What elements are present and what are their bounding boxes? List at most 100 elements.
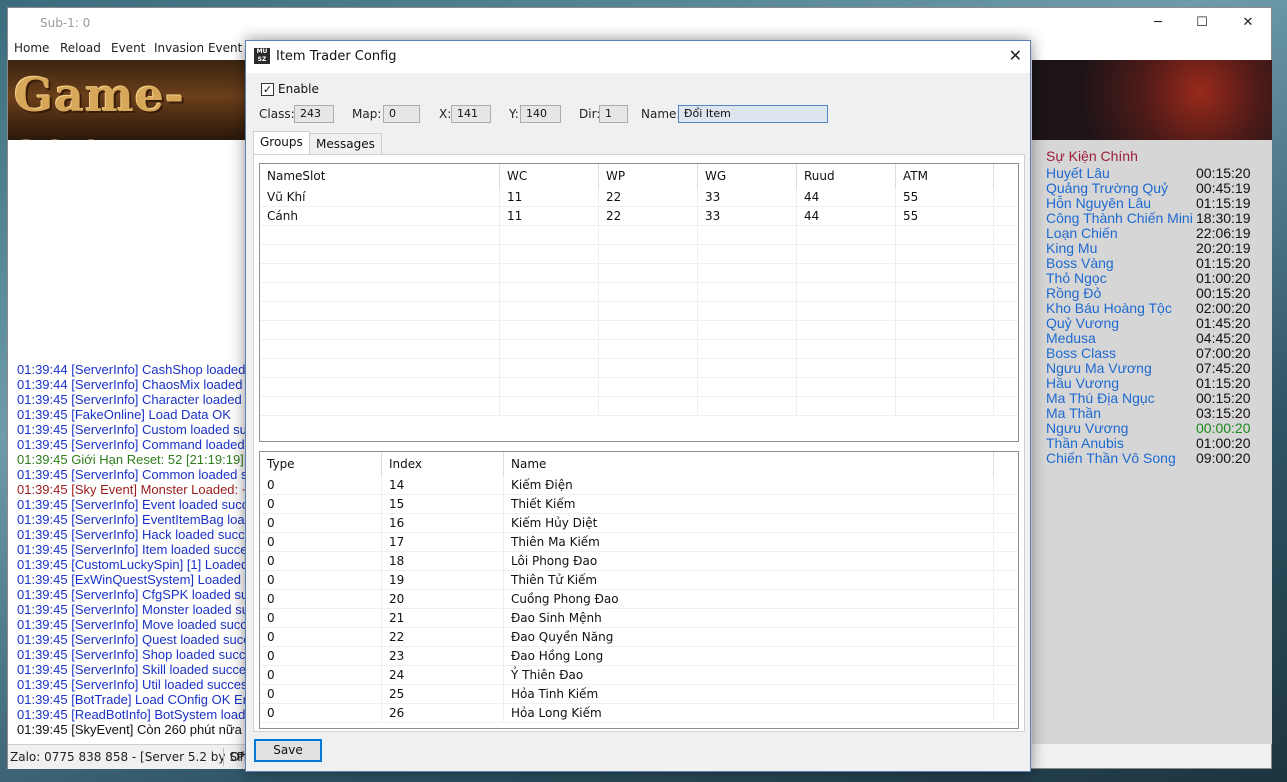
save-button[interactable]: Save: [254, 739, 322, 762]
server-log[interactable]: 01:39:44 [ServerInfo] CashShop loaded su…: [8, 140, 248, 744]
event-time: 00:15:20: [1196, 165, 1251, 181]
menu-home[interactable]: Home: [14, 41, 49, 55]
minimize-icon[interactable]: ─: [1148, 14, 1168, 32]
table-row[interactable]: [260, 397, 1018, 416]
table-cell: [500, 283, 599, 302]
table-cell: 0: [260, 609, 382, 628]
log-line: 01:39:45 [ServerInfo] Hack loaded succes: [17, 527, 248, 542]
table-row[interactable]: 0 19 Thiên Tử Kiếm: [260, 571, 1018, 590]
column-header[interactable]: Index: [382, 452, 504, 476]
table-cell: [260, 340, 500, 359]
event-row: King Mu 20:20:19: [1046, 241, 1266, 256]
maximize-icon[interactable]: ☐: [1192, 14, 1212, 32]
menu-reload[interactable]: Reload: [60, 41, 101, 55]
name-field[interactable]: Đổi Item: [678, 105, 828, 123]
table-row[interactable]: 0 18 Lôi Phong Đao: [260, 552, 1018, 571]
y-field[interactable]: 140: [520, 105, 561, 123]
table-cell: 22: [599, 207, 698, 226]
column-header[interactable]: WG: [698, 164, 797, 188]
table-row[interactable]: 0 21 Đao Sinh Mệnh: [260, 609, 1018, 628]
table-cell: Ỷ Thiên Đao: [504, 666, 994, 685]
table-cell: Kiếm Hủy Diệt: [504, 514, 994, 533]
table-row[interactable]: 0 24 Ỷ Thiên Đao: [260, 666, 1018, 685]
column-header[interactable]: ATM: [896, 164, 994, 188]
table-row[interactable]: [260, 359, 1018, 378]
table-row[interactable]: [260, 283, 1018, 302]
close-icon[interactable]: ✕: [1238, 14, 1258, 32]
tab-messages[interactable]: Messages: [309, 133, 382, 155]
table-cell: [599, 264, 698, 283]
table-cell: Vũ Khí: [260, 188, 500, 207]
dir-label: Dir:: [579, 107, 601, 121]
event-time: 20:20:19: [1196, 240, 1251, 256]
table-row[interactable]: [260, 321, 1018, 340]
table-row[interactable]: [260, 302, 1018, 321]
event-time: 01:00:20: [1196, 270, 1251, 286]
table-cell: Kiếm Điện: [504, 476, 994, 495]
table-row[interactable]: 0 20 Cuồng Phong Đao: [260, 590, 1018, 609]
table-cell: [797, 321, 896, 340]
table-cell: [260, 321, 500, 340]
table-cell: 0: [260, 647, 382, 666]
table-cell: Đao Sinh Mệnh: [504, 609, 994, 628]
table-cell: 0: [260, 514, 382, 533]
table-cell: 0: [260, 590, 382, 609]
table-cell: 44: [797, 207, 896, 226]
name-label: Name:: [641, 107, 681, 121]
table-row[interactable]: 0 26 Hỏa Long Kiếm: [260, 704, 1018, 723]
table-row[interactable]: 0 23 Đao Hồng Long: [260, 647, 1018, 666]
column-header[interactable]: Ruud: [797, 164, 896, 188]
table-row[interactable]: [260, 226, 1018, 245]
table-cell: [500, 378, 599, 397]
table-cell: [698, 321, 797, 340]
table-cell: [797, 226, 896, 245]
x-field[interactable]: 141: [451, 105, 491, 123]
table-cell: 24: [382, 666, 504, 685]
table-row[interactable]: Vũ Khí 11 22 33 44 55: [260, 188, 1018, 207]
column-header[interactable]: Type: [260, 452, 382, 476]
table-row[interactable]: 0 22 Đao Quyền Năng: [260, 628, 1018, 647]
table-cell: 0: [260, 571, 382, 590]
table-cell: Đao Quyền Năng: [504, 628, 994, 647]
mu-app-icon: MU SZ: [254, 48, 270, 64]
table-cell: [797, 340, 896, 359]
event-name: Ma Thú Địa Ngục: [1046, 390, 1155, 406]
dialog-close-icon[interactable]: ✕: [1009, 46, 1022, 65]
table-cell: [260, 226, 500, 245]
log-line: 01:39:45 [ServerInfo] Util loaded succes…: [17, 677, 248, 692]
table-cell: [698, 397, 797, 416]
table-row[interactable]: [260, 340, 1018, 359]
table-row[interactable]: 0 14 Kiếm Điện: [260, 476, 1018, 495]
map-field[interactable]: 0: [383, 105, 420, 123]
event-row: Medusa 04:45:20: [1046, 331, 1266, 346]
table-cell: [260, 359, 500, 378]
column-header[interactable]: Name: [504, 452, 994, 476]
class-field[interactable]: 243: [294, 105, 334, 123]
table-row[interactable]: 0 16 Kiếm Hủy Diệt: [260, 514, 1018, 533]
table-row[interactable]: 0 17 Thiên Ma Kiếm: [260, 533, 1018, 552]
table-cell: 22: [382, 628, 504, 647]
table-cell: 21: [382, 609, 504, 628]
table-row[interactable]: 0 15 Thiết Kiếm: [260, 495, 1018, 514]
tab-groups[interactable]: Groups: [253, 131, 310, 155]
column-header[interactable]: NameSlot: [260, 164, 500, 188]
dir-field[interactable]: 1: [599, 105, 628, 123]
table-row[interactable]: [260, 378, 1018, 397]
table-row[interactable]: [260, 264, 1018, 283]
menu-invasion-event[interactable]: Invasion Event: [154, 41, 242, 55]
table-cell: [698, 378, 797, 397]
enable-checkbox[interactable]: ✓: [261, 83, 274, 96]
main-titlebar[interactable]: Sub-1: 0 ─ ☐ ✕: [8, 8, 1271, 38]
log-line: 01:39:45 [ExWinQuestSystem] Loaded OK: [17, 572, 248, 587]
column-header[interactable]: WC: [500, 164, 599, 188]
table-row[interactable]: 0 25 Hỏa Tinh Kiếm: [260, 685, 1018, 704]
table-row[interactable]: Cánh 11 22 33 44 55: [260, 207, 1018, 226]
column-header[interactable]: WP: [599, 164, 698, 188]
table-row[interactable]: [260, 245, 1018, 264]
log-line: 01:39:45 [ServerInfo] Move loaded succes: [17, 617, 248, 632]
dialog-titlebar[interactable]: MU SZ Item Trader Config ✕: [246, 41, 1030, 73]
table-cell: [698, 226, 797, 245]
items-grid[interactable]: Type Index Name 0 14 Kiếm Điện 0 15 Thiết Kiếm 0…: [259, 451, 1019, 729]
menu-event[interactable]: Event: [111, 41, 145, 55]
groups-grid[interactable]: NameSlot WC WP WG Ruud ATM Vũ Khí 11 22 33 44 55 Cá…: [259, 163, 1019, 442]
